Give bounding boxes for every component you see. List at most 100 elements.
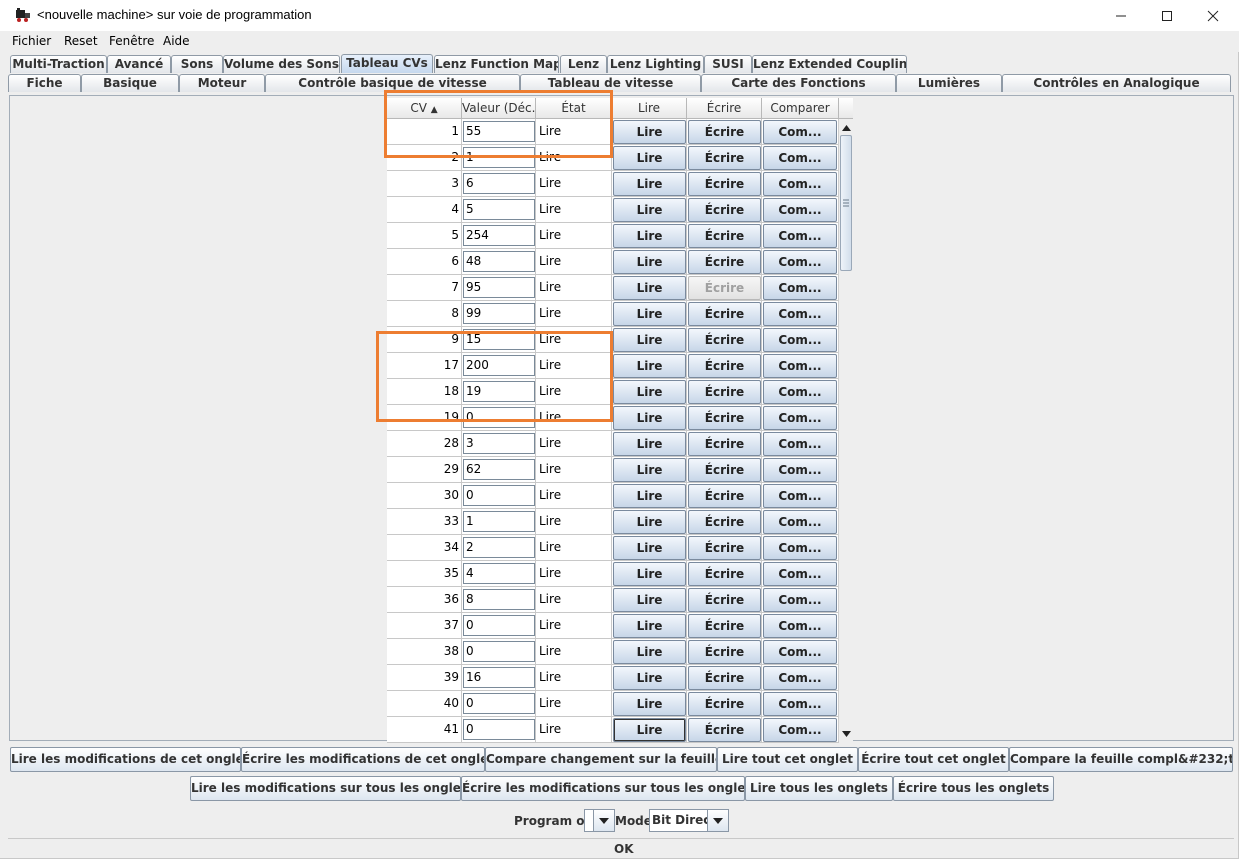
read-button[interactable]: Lire (613, 666, 686, 690)
write-button[interactable]: Écrire (688, 302, 761, 326)
mode-select[interactable]: Bit Direct (649, 809, 729, 832)
compare-button[interactable]: Com... (763, 510, 837, 534)
read-button[interactable]: Lire (613, 250, 686, 274)
menu-aide[interactable]: Aide (163, 34, 190, 48)
write-button[interactable]: Écrire (688, 692, 761, 716)
read-button[interactable]: Lire (613, 536, 686, 560)
tab-lenz-extended-coupling[interactable]: Lenz Extended Coupling (752, 55, 907, 73)
read-button[interactable]: Lire (613, 224, 686, 248)
write-changes-tab-button[interactable]: Écrire les modifications de cet onglet (241, 747, 485, 772)
compare-button[interactable]: Com... (763, 536, 837, 560)
read-button[interactable]: Lire (613, 276, 686, 300)
cv-value-input[interactable]: 0 (463, 615, 535, 636)
close-button[interactable] (1190, 0, 1236, 31)
read-button[interactable]: Lire (613, 120, 686, 144)
compare-button[interactable]: Com... (763, 172, 837, 196)
compare-button[interactable]: Com... (763, 380, 837, 404)
write-changes-all-tabs-button[interactable]: Écrire les modifications sur tous les on… (461, 776, 745, 801)
read-all-tabs-button[interactable]: Lire tous les onglets (745, 776, 893, 801)
compare-full-sheet-button[interactable]: Compare la feuille compl&#232;te (1009, 747, 1233, 772)
tab-susi[interactable]: SUSI (704, 55, 752, 73)
write-button[interactable]: Écrire (688, 354, 761, 378)
tab-carte-des-fonctions[interactable]: Carte des Fonctions (701, 74, 896, 92)
cv-value-input[interactable]: 8 (463, 589, 535, 610)
tab-basique[interactable]: Basique (81, 74, 179, 92)
compare-button[interactable]: Com... (763, 224, 837, 248)
cv-value-input[interactable]: 2 (463, 537, 535, 558)
write-button[interactable]: Écrire (688, 380, 761, 404)
write-button[interactable]: Écrire (688, 484, 761, 508)
write-button[interactable]: Écrire (688, 588, 761, 612)
tab-controles-en-analogique[interactable]: Contrôles en Analogique (1002, 74, 1231, 92)
write-all-tab-button[interactable]: Écrire tout cet onglet (858, 747, 1009, 772)
tab-moteur[interactable]: Moteur (179, 74, 265, 92)
write-button[interactable]: Écrire (688, 562, 761, 586)
compare-button[interactable]: Com... (763, 302, 837, 326)
menu-fichier[interactable]: Fichier (12, 34, 51, 48)
scrollbar-thumb[interactable] (840, 135, 852, 271)
read-button[interactable]: Lire (613, 640, 686, 664)
tab-lenz-function-map[interactable]: Lenz Function Map (434, 55, 559, 73)
scroll-down-button[interactable] (839, 727, 853, 741)
compare-button[interactable]: Com... (763, 146, 837, 170)
cv-value-input[interactable]: 95 (463, 277, 535, 298)
header-comparer[interactable]: Comparer (762, 98, 839, 119)
tab-lenz[interactable]: Lenz (560, 55, 607, 73)
cv-value-input[interactable]: 3 (463, 433, 535, 454)
write-button[interactable]: Écrire (688, 120, 761, 144)
compare-changes-sheet-button[interactable]: Compare changement sur la feuille (485, 747, 717, 772)
read-button[interactable]: Lire (613, 406, 686, 430)
write-button[interactable]: Écrire (688, 328, 761, 352)
compare-button[interactable]: Com... (763, 354, 837, 378)
menu-reset[interactable]: Reset (64, 34, 98, 48)
read-button[interactable]: Lire (613, 718, 686, 742)
write-button[interactable]: Écrire (688, 406, 761, 430)
cv-value-input[interactable]: 6 (463, 173, 535, 194)
compare-button[interactable]: Com... (763, 484, 837, 508)
compare-button[interactable]: Com... (763, 666, 837, 690)
cv-value-input[interactable]: 0 (463, 719, 535, 740)
tab-avance[interactable]: Avancé (107, 55, 171, 73)
read-button[interactable]: Lire (613, 432, 686, 456)
minimize-button[interactable] (1098, 0, 1144, 31)
tab-sons[interactable]: Sons (171, 55, 223, 73)
program-on-dropdown-button[interactable] (593, 810, 614, 831)
read-changes-tab-button[interactable]: Lire les modifications de cet onglet (10, 747, 241, 772)
write-button[interactable]: Écrire (688, 172, 761, 196)
cv-value-input[interactable]: 99 (463, 303, 535, 324)
write-button[interactable]: Écrire (688, 510, 761, 534)
cv-value-input[interactable]: 48 (463, 251, 535, 272)
compare-button[interactable]: Com... (763, 614, 837, 638)
compare-button[interactable]: Com... (763, 276, 837, 300)
write-button[interactable]: Écrire (688, 640, 761, 664)
write-button[interactable]: Écrire (688, 146, 761, 170)
write-button[interactable]: Écrire (688, 614, 761, 638)
tab-fiche[interactable]: Fiche (8, 74, 81, 92)
tab-multi-traction[interactable]: Multi-Traction (10, 55, 107, 73)
write-all-tabs-button[interactable]: Écrire tous les onglets (893, 776, 1054, 801)
read-button[interactable]: Lire (613, 588, 686, 612)
write-button[interactable]: Écrire (688, 458, 761, 482)
compare-button[interactable]: Com... (763, 718, 837, 742)
menu-fenetre[interactable]: Fenêtre (109, 34, 154, 48)
compare-button[interactable]: Com... (763, 588, 837, 612)
cv-value-input[interactable]: 0 (463, 693, 535, 714)
read-button[interactable]: Lire (613, 302, 686, 326)
read-button[interactable]: Lire (613, 354, 686, 378)
compare-button[interactable]: Com... (763, 692, 837, 716)
read-button[interactable]: Lire (613, 484, 686, 508)
cv-value-input[interactable]: 16 (463, 667, 535, 688)
write-button[interactable]: Écrire (688, 536, 761, 560)
cv-value-input[interactable]: 4 (463, 563, 535, 584)
compare-button[interactable]: Com... (763, 328, 837, 352)
tab-volume-des-sons[interactable]: Volume des Sons (223, 55, 340, 73)
tab-lenz-lighting[interactable]: Lenz Lighting (607, 55, 704, 73)
cv-value-input[interactable]: 5 (463, 199, 535, 220)
compare-button[interactable]: Com... (763, 458, 837, 482)
cv-value-input[interactable]: 0 (463, 641, 535, 662)
maximize-button[interactable] (1144, 0, 1190, 31)
read-button[interactable]: Lire (613, 172, 686, 196)
compare-button[interactable]: Com... (763, 120, 837, 144)
mode-dropdown-button[interactable] (707, 810, 728, 831)
write-button[interactable]: Écrire (688, 666, 761, 690)
